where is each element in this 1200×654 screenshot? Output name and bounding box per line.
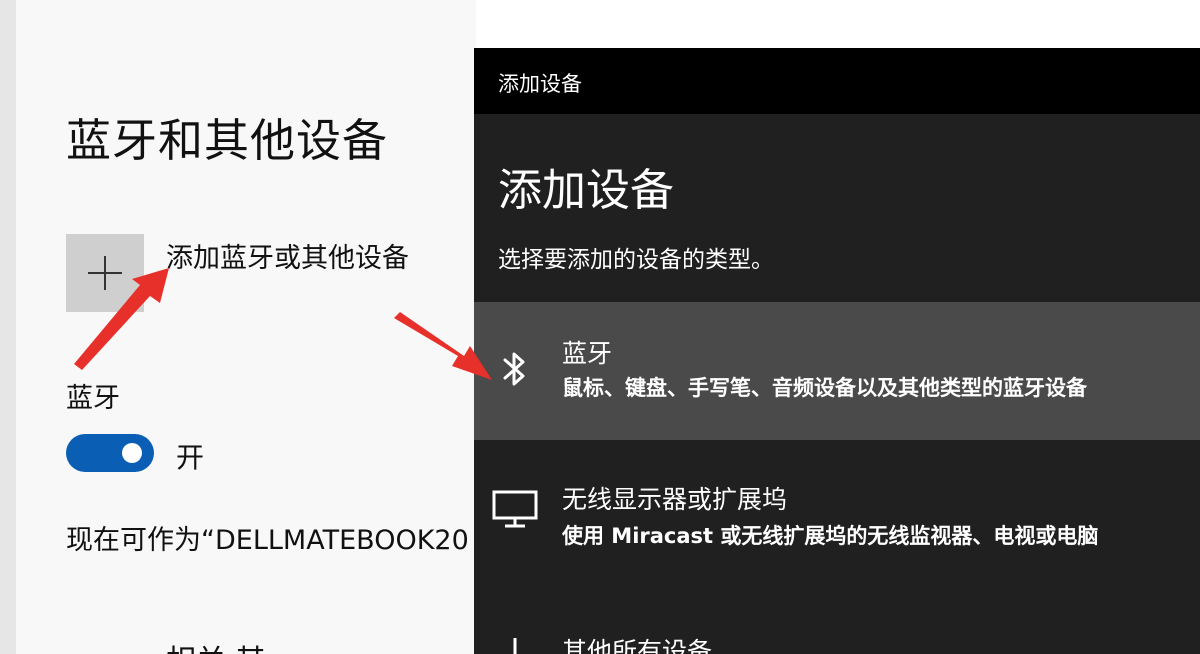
bluetooth-icon (503, 352, 525, 386)
add-device-button[interactable] (66, 234, 144, 312)
plus-icon (513, 638, 517, 654)
page-title: 蓝牙和其他设备 (66, 114, 389, 167)
dialog-window-title: 添加设备 (498, 72, 582, 96)
discoverable-text: 现在可作为“DELLMATEBOOK20 (66, 525, 469, 556)
plus-icon (88, 256, 122, 290)
dialog-subtitle: 选择要添加的设备的类型。 (498, 247, 774, 273)
related-settings-heading: 相关 其 (166, 636, 466, 654)
option-description: 使用 Miracast 或无线扩展坞的无线监视器、电视或电脑 (562, 524, 1099, 548)
option-description: 鼠标、键盘、手写笔、音频设备以及其他类型的蓝牙设备 (562, 376, 1087, 400)
settings-page: 蓝牙和其他设备 添加蓝牙或其他设备 蓝牙 开 现在可作为“DELLMATEBOO… (16, 0, 476, 654)
option-title: 无线显示器或扩展坞 (562, 485, 788, 514)
bluetooth-section-label: 蓝牙 (66, 383, 120, 414)
window-edge (0, 0, 16, 654)
device-option-wireless-display[interactable]: 无线显示器或扩展坞 使用 Miracast 或无线扩展坞的无线监视器、电视或电脑 (474, 440, 1200, 590)
screenshot-stage: 蓝牙和其他设备 添加蓝牙或其他设备 蓝牙 开 现在可作为“DELLMATEBOO… (0, 0, 1200, 654)
monitor-icon (492, 490, 538, 528)
option-title: 蓝牙 (562, 339, 613, 368)
device-option-bluetooth[interactable]: 蓝牙 鼠标、键盘、手写笔、音频设备以及其他类型的蓝牙设备 (474, 302, 1200, 440)
add-device-label[interactable]: 添加蓝牙或其他设备 (166, 236, 409, 275)
option-title: 其他所有设备 (562, 637, 713, 654)
dialog-titlebar: 添加设备 (474, 48, 1200, 114)
add-device-dialog: 添加设备 添加设备 选择要添加的设备的类型。 蓝牙 鼠标、键盘、手写笔、音频设备… (474, 48, 1200, 654)
bluetooth-toggle[interactable] (66, 434, 154, 472)
bluetooth-toggle-state: 开 (176, 441, 205, 474)
dialog-heading: 添加设备 (498, 165, 674, 216)
device-option-everything-else[interactable]: 其他所有设备 (474, 590, 1200, 654)
toggle-knob (122, 443, 142, 463)
